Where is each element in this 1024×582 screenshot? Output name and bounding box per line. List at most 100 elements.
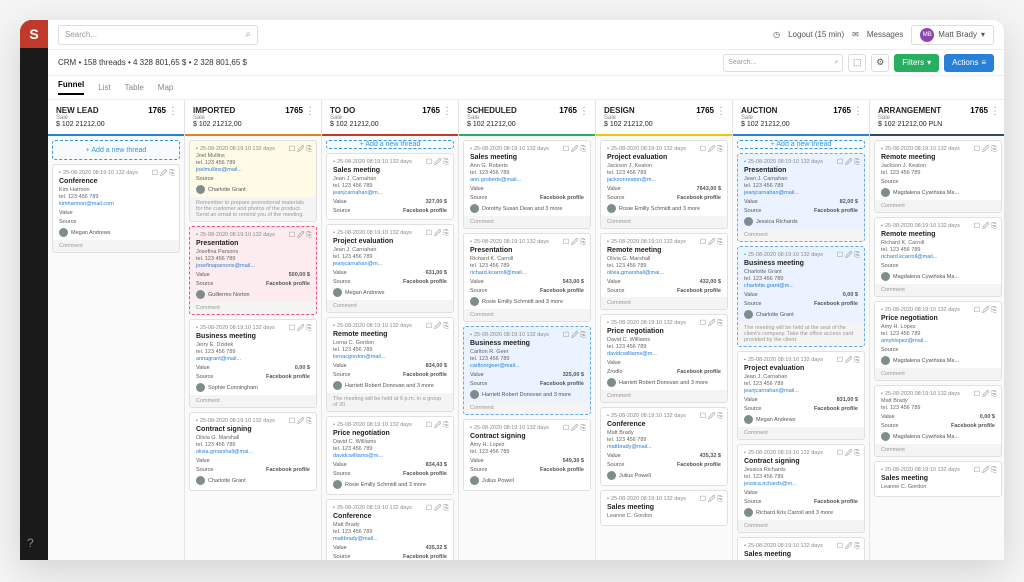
thread-card[interactable]: 25-08-2020 08:19:10 132 days ☐ 🖉 ⎘Contra…	[189, 412, 317, 491]
brand-logo[interactable]: S	[20, 20, 48, 48]
thread-card[interactable]: 25-08-2020 08:19:10 132 days ☐ 🖉 ⎘Busine…	[189, 319, 317, 408]
card-comment[interactable]: Comment	[738, 520, 864, 532]
card-comment[interactable]: Comment	[875, 368, 1001, 380]
card-email[interactable]: josefinaparsons@mail...	[196, 263, 310, 269]
card-comment[interactable]: Comment	[190, 302, 316, 314]
card-email[interactable]: jeanjcarnahan@m...	[333, 261, 447, 267]
card-email[interactable]: ann.groberts@mail...	[470, 177, 584, 183]
thread-card[interactable]: 25-08-2020 08:19:10 132 days ☐ 🖉 ⎘Presen…	[189, 226, 317, 315]
tab-funnel[interactable]: Funnel	[58, 80, 84, 95]
card-action-icons[interactable]: ☐ 🖉 ⎘	[563, 424, 586, 435]
thread-card[interactable]: 25-08-2020 08:19:10 132 days ☐ 🖉 ⎘Confer…	[326, 499, 454, 560]
column-more-icon[interactable]: ⋮	[442, 106, 452, 117]
thread-card[interactable]: 25-08-2020 08:19:10 132 days ☐ 🖉 ⎘Remote…	[326, 317, 454, 412]
card-comment[interactable]: Comment	[601, 216, 727, 228]
thread-card[interactable]: 25-08-2020 08:19:10 132 days ☐ 🖉 ⎘Remote…	[600, 233, 728, 310]
card-email[interactable]: richard.kcarroll@mail...	[470, 270, 584, 276]
column-more-icon[interactable]: ⋮	[853, 106, 863, 117]
card-comment[interactable]: Comment	[875, 444, 1001, 456]
user-menu[interactable]: MB Matt Brady ▾	[911, 25, 994, 45]
card-action-icons[interactable]: ☐ 🖉 ⎘	[974, 306, 997, 317]
tab-list[interactable]: List	[98, 83, 110, 92]
card-comment[interactable]: Comment	[464, 216, 590, 228]
thread-card[interactable]: 25-08-2020 08:19:10 132 days ☐ 🖉 ⎘Contra…	[737, 444, 865, 533]
card-email[interactable]: jeanjcarnahan@mail...	[744, 388, 858, 394]
card-comment[interactable]: Comment	[327, 300, 453, 312]
card-comment[interactable]: Comment	[464, 309, 590, 321]
card-action-icons[interactable]: ☐ 🖉 ⎘	[289, 231, 312, 242]
thread-card[interactable]: 25-08-2020 08:19:10 132 days ☐ 🖉 ⎘Sales …	[874, 461, 1002, 497]
card-email[interactable]: davidcwilliams@m...	[607, 351, 721, 357]
thread-card[interactable]: 25-08-2020 08:19:10 132 days ☐ 🖉 ⎘Price …	[600, 314, 728, 403]
card-action-icons[interactable]: ☐ 🖉 ⎘	[700, 319, 723, 330]
add-thread-button[interactable]: + Add a new thread	[326, 140, 454, 149]
thread-card[interactable]: 25-08-2020 08:19:10 132 days ☐ 🖉 ⎘Sales …	[326, 153, 454, 220]
card-action-icons[interactable]: ☐ 🖉 ⎘	[700, 495, 723, 506]
card-action-icons[interactable]: ☐ 🖉 ⎘	[837, 158, 860, 169]
tab-map[interactable]: Map	[158, 83, 174, 92]
thread-card[interactable]: 25-08-2020 08:19:10 132 days ☐ 🖉 ⎘Sales …	[600, 490, 728, 526]
card-action-icons[interactable]: ☐ 🖉 ⎘	[837, 251, 860, 262]
card-comment[interactable]: The meeting will be held at the seat of …	[738, 322, 864, 346]
card-email[interactable]: mattbrady@mail...	[333, 536, 447, 542]
card-action-icons[interactable]: ☐ 🖉 ⎘	[289, 145, 312, 156]
card-action-icons[interactable]: ☐ 🖉 ⎘	[426, 504, 449, 515]
card-action-icons[interactable]: ☐ 🖉 ⎘	[289, 324, 312, 335]
thread-card[interactable]: 25-08-2020 08:19:10 132 days ☐ 🖉 ⎘Confer…	[600, 407, 728, 486]
column-more-icon[interactable]: ⋮	[990, 106, 1000, 117]
thread-card[interactable]: 25-08-2020 08:19:10 132 days ☐ 🖉 ⎘Remote…	[874, 140, 1002, 213]
card-comment[interactable]: Comment	[601, 297, 727, 309]
thread-card[interactable]: 25-08-2020 08:19:10 132 days ☐ 🖉 ⎘Presen…	[737, 153, 865, 242]
card-action-icons[interactable]: ☐ 🖉 ⎘	[563, 145, 586, 156]
card-action-icons[interactable]: ☐ 🖉 ⎘	[700, 412, 723, 423]
card-action-icons[interactable]: ☐ 🖉 ⎘	[837, 356, 860, 367]
messages-link[interactable]: Messages	[867, 30, 903, 39]
card-action-icons[interactable]: ☐ 🖉 ⎘	[974, 466, 997, 477]
thread-card[interactable]: 25-08-2020 08:19:10 132 days ☐ 🖉 ⎘Projec…	[326, 224, 454, 313]
card-email[interactable]: annagrant@mail...	[196, 356, 310, 362]
thread-card[interactable]: 25-08-2020 08:19:10 132 days ☐ 🖉 ⎘Price …	[326, 416, 454, 495]
card-action-icons[interactable]: ☐ 🖉 ⎘	[563, 238, 586, 249]
card-comment[interactable]: Comment	[601, 390, 727, 402]
card-email[interactable]: jacksonreaton@m...	[607, 177, 721, 183]
add-thread-button[interactable]: + Add a new thread	[737, 140, 865, 149]
card-action-icons[interactable]: ☐ 🖉 ⎘	[974, 145, 997, 156]
column-more-icon[interactable]: ⋮	[168, 106, 178, 117]
card-email[interactable]: jeanjcarnahan@m...	[333, 190, 447, 196]
thread-card[interactable]: 25-08-2020 08:19:10 132 days ☐ 🖉 ⎘Joel M…	[189, 140, 317, 222]
column-more-icon[interactable]: ⋮	[579, 106, 589, 117]
card-email[interactable]: kimharmon@mail.com	[59, 201, 173, 207]
column-more-icon[interactable]: ⋮	[716, 106, 726, 117]
thread-card[interactable]: 25-08-2020 08:19:10 132 days ☐ 🖉 ⎘Confer…	[52, 164, 180, 253]
card-comment[interactable]: The meeting will be held at 6 p.m. in a …	[327, 393, 453, 411]
board-search[interactable]: Search... ⌕	[723, 54, 843, 72]
card-action-icons[interactable]: ☐ 🖉 ⎘	[700, 145, 723, 156]
card-action-icons[interactable]: ☐ 🖉 ⎘	[974, 390, 997, 401]
gear-icon-button[interactable]: ⚙	[871, 54, 889, 72]
card-email[interactable]: lornacgordon@mail...	[333, 354, 447, 360]
card-email[interactable]: davidcwilliams@m...	[333, 453, 447, 459]
thread-card[interactable]: 25-08-2020 08:19:10 132 days ☐ 🖉 ⎘Projec…	[737, 351, 865, 440]
tab-table[interactable]: Table	[125, 83, 144, 92]
card-email[interactable]: mattbrady@mail...	[607, 444, 721, 450]
card-email[interactable]: olivia.gmarshall@mai...	[196, 449, 310, 455]
chart-icon-button[interactable]: ⬚	[848, 54, 866, 72]
card-action-icons[interactable]: ☐ 🖉 ⎘	[426, 158, 449, 169]
thread-card[interactable]: 25-08-2020 08:19:10 132 days ☐ 🖉 ⎘Projec…	[600, 140, 728, 229]
filters-button[interactable]: Filters ▾	[894, 54, 939, 72]
card-email[interactable]: jeanjcarnahan@mail...	[744, 190, 858, 196]
card-action-icons[interactable]: ☐ 🖉 ⎘	[289, 417, 312, 428]
card-action-icons[interactable]: ☐ 🖉 ⎘	[426, 421, 449, 432]
card-action-icons[interactable]: ☐ 🖉 ⎘	[837, 449, 860, 460]
thread-card[interactable]: 25-08-2020 08:19:10 132 days ☐ 🖉 ⎘Contra…	[463, 419, 591, 491]
card-comment[interactable]: Comment	[464, 402, 590, 414]
card-action-icons[interactable]: ☐ 🖉 ⎘	[563, 331, 586, 342]
card-action-icons[interactable]: ☐ 🖉 ⎘	[974, 222, 997, 233]
thread-card[interactable]: 25-08-2020 08:19:10 132 days ☐ 🖉 ⎘Price …	[874, 301, 1002, 381]
card-email[interactable]: carltonrgeer@mail...	[470, 363, 584, 369]
help-icon[interactable]: ?	[27, 536, 34, 550]
thread-card[interactable]: 25-08-2020 08:19:10 132 days ☐ 🖉 ⎘Remote…	[874, 217, 1002, 297]
thread-card[interactable]: 25-08-2020 08:19:10 132 days ☐ 🖉 ⎘Busine…	[463, 326, 591, 415]
card-action-icons[interactable]: ☐ 🖉 ⎘	[837, 542, 860, 553]
card-comment[interactable]: Comment	[875, 284, 1001, 296]
